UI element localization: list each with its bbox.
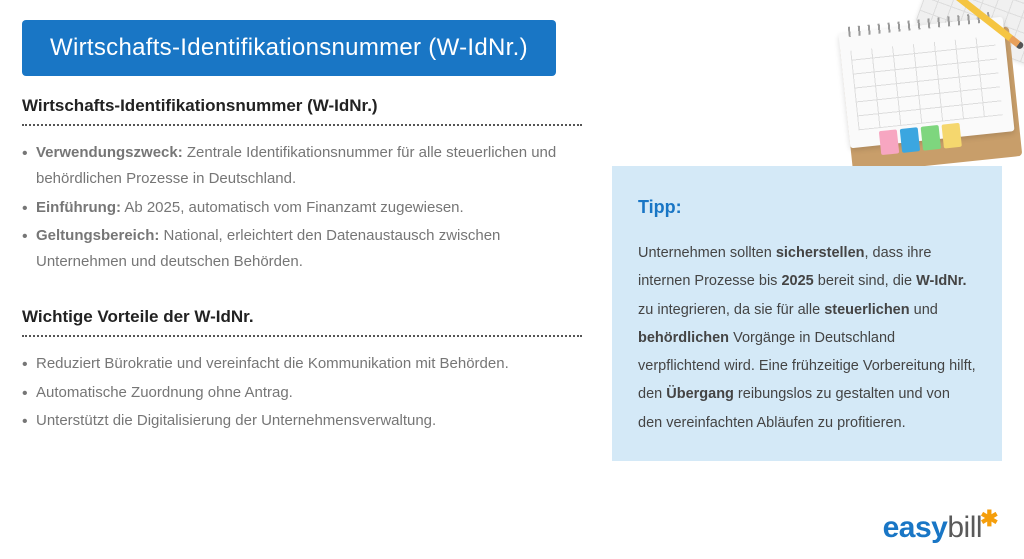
- tip-body: Unternehmen sollten sicherstellen, dass …: [638, 239, 976, 437]
- list-item: Verwendungszweck: Zentrale Identifikatio…: [22, 140, 582, 193]
- tip-title: Tipp:: [638, 190, 976, 225]
- list-item: Reduziert Bürokratie und vereinfacht die…: [22, 351, 582, 377]
- page-title-banner: Wirtschafts-Identifikationsnummer (W-IdN…: [22, 20, 556, 76]
- logo-part-bill: bill: [947, 511, 982, 544]
- list-item: Unterstützt die Digitalisierung der Unte…: [22, 408, 582, 434]
- item-label: Einführung:: [36, 199, 121, 216]
- easybill-logo: easybill✱: [883, 506, 998, 545]
- list-item: Automatische Zuordnung ohne Antrag.: [22, 380, 582, 406]
- section1-list: Verwendungszweck: Zentrale Identifikatio…: [22, 140, 582, 275]
- item-label: Verwendungszweck:: [36, 144, 183, 161]
- list-item: Einführung: Ab 2025, automatisch vom Fin…: [22, 195, 582, 221]
- item-label: Geltungsbereich:: [36, 227, 159, 244]
- divider: [22, 335, 582, 337]
- list-item: Geltungsbereich: National, erleichtert d…: [22, 223, 582, 276]
- section2-list: Reduziert Bürokratie und vereinfacht die…: [22, 351, 582, 434]
- divider: [22, 124, 582, 126]
- section1-heading: Wirtschafts-Identifikationsnummer (W-IdN…: [22, 96, 582, 116]
- main-content: Wirtschafts-Identifikationsnummer (W-IdN…: [22, 96, 612, 466]
- item-text: Ab 2025, automatisch vom Finanzamt zugew…: [121, 199, 464, 216]
- logo-star-icon: ✱: [980, 506, 998, 531]
- section2-heading: Wichtige Vorteile der W-IdNr.: [22, 307, 582, 327]
- logo-part-easy: easy: [883, 511, 948, 544]
- tip-box: Tipp: Unternehmen sollten sicherstellen,…: [612, 166, 1002, 461]
